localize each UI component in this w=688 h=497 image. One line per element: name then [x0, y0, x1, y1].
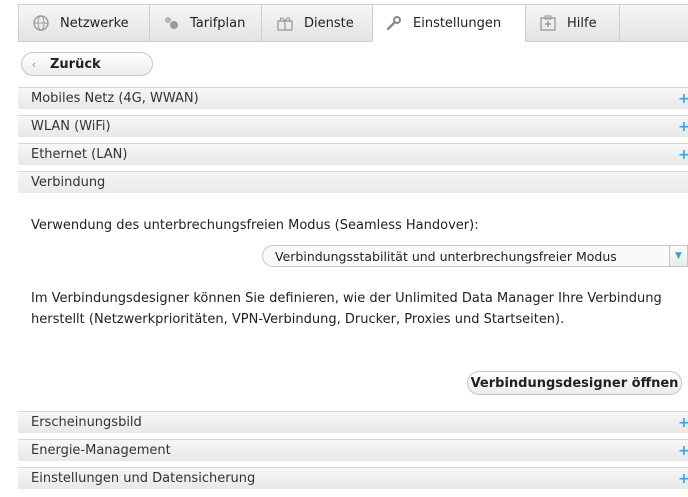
tab-label: Hilfe: [567, 15, 597, 31]
expand-plus-icon[interactable]: +: [678, 412, 688, 434]
tab-netzwerke[interactable]: Netzwerke: [18, 4, 150, 42]
first-aid-icon: [539, 14, 557, 32]
section-verbindung[interactable]: Verbindung: [18, 171, 688, 193]
back-button-label: Zurück: [50, 56, 101, 72]
wrench-icon: [385, 14, 403, 32]
tab-dienste[interactable]: Dienste: [261, 4, 373, 42]
tab-label: Netzwerke: [60, 15, 129, 31]
section-label: WLAN (WiFi): [31, 119, 111, 134]
chevron-down-icon[interactable]: ▼: [669, 246, 687, 266]
section-energie-management[interactable]: Energie-Management +: [18, 439, 688, 461]
expand-plus-icon[interactable]: +: [678, 440, 688, 462]
expand-plus-icon[interactable]: +: [678, 116, 688, 138]
tab-einstellungen[interactable]: Einstellungen: [372, 4, 526, 42]
tab-hilfe[interactable]: Hilfe: [525, 4, 620, 42]
gift-icon: [276, 14, 294, 32]
back-row: ‹ Zurück: [18, 42, 688, 78]
tab-bar-filler: [619, 4, 688, 42]
tab-label: Einstellungen: [413, 15, 502, 31]
open-designer-label: Verbindungsdesigner öffnen: [470, 375, 679, 391]
tab-label: Dienste: [304, 15, 354, 31]
main-tab-bar: Netzwerke Tarifplan Dienste Einstellunge…: [18, 4, 688, 42]
open-designer-button[interactable]: Verbindungsdesigner öffnen: [467, 371, 682, 395]
expand-plus-icon[interactable]: +: [678, 468, 688, 490]
section-label: Erscheinungsbild: [31, 415, 142, 430]
tab-label: Tarifplan: [190, 15, 246, 31]
section-mobiles-netz[interactable]: Mobiles Netz (4G, WWAN) +: [18, 87, 688, 109]
globe-icon: [32, 14, 50, 32]
section-erscheinungsbild[interactable]: Erscheinungsbild +: [18, 411, 688, 433]
section-wlan[interactable]: WLAN (WiFi) +: [18, 115, 688, 137]
chevron-left-icon: ‹: [31, 57, 37, 71]
section-einstellungen-datensicherung[interactable]: Einstellungen und Datensicherung +: [18, 467, 688, 489]
seamless-handover-label: Verwendung des unterbrechungsfreien Modu…: [31, 218, 479, 233]
tab-tarifplan[interactable]: Tarifplan: [149, 4, 262, 42]
expand-plus-icon[interactable]: +: [678, 88, 688, 110]
select-value: Verbindungsstabilität und unterbrechungs…: [275, 248, 617, 264]
expand-plus-icon[interactable]: +: [678, 144, 688, 166]
back-button[interactable]: ‹ Zurück: [21, 52, 153, 76]
designer-description: Im Verbindungsdesigner können Sie defini…: [31, 291, 662, 327]
section-label: Energie-Management: [31, 443, 171, 458]
section-label: Einstellungen und Datensicherung: [31, 471, 256, 486]
section-label: Verbindung: [31, 175, 106, 190]
section-label: Ethernet (LAN): [31, 147, 128, 162]
tarif-icon: [162, 14, 180, 32]
section-label: Mobiles Netz (4G, WWAN): [31, 91, 199, 106]
verbindung-panel: Verwendung des unterbrechungsfreien Modu…: [18, 200, 688, 406]
seamless-mode-select[interactable]: Verbindungsstabilität und unterbrechungs…: [262, 245, 688, 267]
section-ethernet[interactable]: Ethernet (LAN) +: [18, 143, 688, 165]
